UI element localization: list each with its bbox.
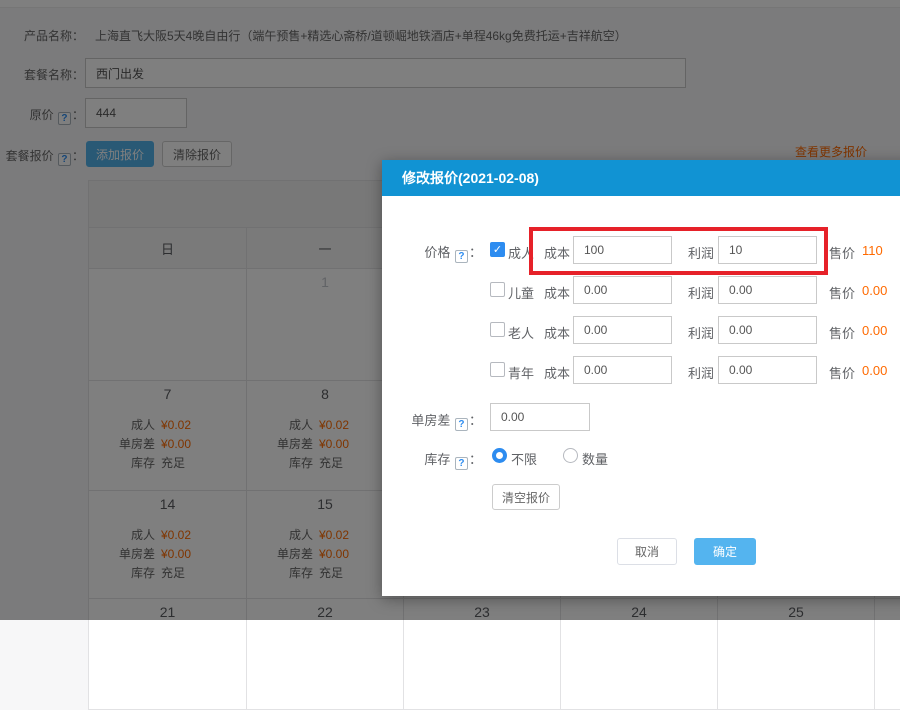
stock-label: 库存 ?： bbox=[382, 449, 482, 470]
sale-price-label: 售价 bbox=[829, 323, 855, 342]
profit-label: 利润 bbox=[666, 363, 714, 382]
youth-checkbox[interactable] bbox=[490, 362, 505, 377]
adult-profit-input[interactable] bbox=[718, 236, 817, 264]
sale-price-label: 售价 bbox=[829, 283, 855, 302]
price-row-elderly: 老人 成本 利润 售价 0.00 bbox=[382, 316, 900, 344]
price-row-adult: 价格 ?： ✓ 成人 成本 利润 售价 110 bbox=[382, 236, 900, 264]
help-icon[interactable]: ? bbox=[455, 418, 468, 431]
clear-quote-button[interactable]: 清空报价 bbox=[492, 484, 560, 510]
sale-price-label: 售价 bbox=[829, 363, 855, 382]
single-room-label: 单房差 ?： bbox=[382, 410, 482, 431]
child-profit-input[interactable] bbox=[718, 276, 817, 304]
edit-quote-modal: 修改报价(2021-02-08) 价格 ?： ✓ 成人 成本 利润 售价 110… bbox=[382, 160, 900, 596]
price-row-youth: 青年 成本 利润 售价 0.00 bbox=[382, 356, 900, 384]
sale-price-label: 售价 bbox=[829, 243, 855, 262]
child-checkbox[interactable] bbox=[490, 282, 505, 297]
child-cost-input[interactable] bbox=[573, 276, 672, 304]
elderly-cost-input[interactable] bbox=[573, 316, 672, 344]
cost-label: 成本 bbox=[522, 283, 570, 302]
stock-unlimited-label: 不限 bbox=[511, 449, 537, 468]
youth-profit-input[interactable] bbox=[718, 356, 817, 384]
youth-sale-value: 0.00 bbox=[862, 363, 887, 378]
profit-label: 利润 bbox=[666, 243, 714, 262]
help-icon[interactable]: ? bbox=[455, 457, 468, 470]
profit-label: 利润 bbox=[666, 283, 714, 302]
single-room-row: 单房差 ?： bbox=[382, 403, 900, 431]
price-label: 价格 ?： bbox=[382, 242, 482, 263]
stock-quantity-radio[interactable] bbox=[563, 448, 578, 463]
elderly-sale-value: 0.00 bbox=[862, 323, 887, 338]
stock-quantity-label: 数量 bbox=[582, 449, 608, 468]
cost-label: 成本 bbox=[522, 243, 570, 262]
modal-title: 修改报价(2021-02-08) bbox=[382, 160, 900, 196]
help-icon[interactable]: ? bbox=[455, 250, 468, 263]
elderly-checkbox[interactable] bbox=[490, 322, 505, 337]
elderly-profit-input[interactable] bbox=[718, 316, 817, 344]
confirm-button[interactable]: 确定 bbox=[694, 538, 756, 565]
cost-label: 成本 bbox=[522, 363, 570, 382]
price-row-child: 儿童 成本 利润 售价 0.00 bbox=[382, 276, 900, 304]
adult-checkbox[interactable]: ✓ bbox=[490, 242, 505, 257]
profit-label: 利润 bbox=[666, 323, 714, 342]
adult-sale-value: 110 bbox=[862, 243, 883, 258]
youth-cost-input[interactable] bbox=[573, 356, 672, 384]
single-room-input[interactable] bbox=[490, 403, 590, 431]
child-sale-value: 0.00 bbox=[862, 283, 887, 298]
stock-unlimited-radio[interactable] bbox=[492, 448, 507, 463]
adult-cost-input[interactable] bbox=[573, 236, 672, 264]
cancel-button[interactable]: 取消 bbox=[617, 538, 677, 565]
cost-label: 成本 bbox=[522, 323, 570, 342]
stock-row: 库存 ?： 不限 数量 bbox=[382, 448, 900, 464]
